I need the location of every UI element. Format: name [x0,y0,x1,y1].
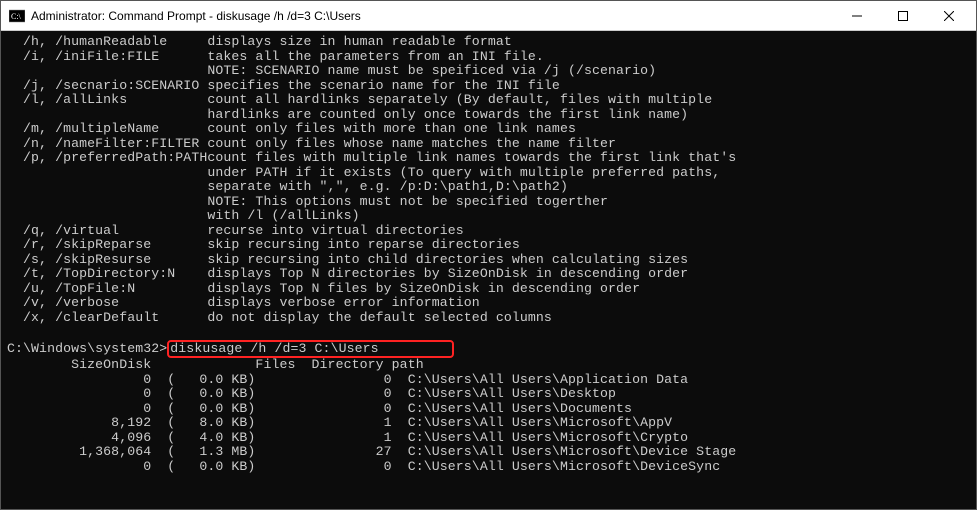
command-highlight: diskusage /h /d=3 C:\Users [167,340,453,359]
cmd-icon: C:\ [9,8,25,24]
window-controls [834,1,972,31]
table-rows: 0 ( 0.0 KB) 0 C:\Users\All Users\Applica… [7,372,736,474]
window-title: Administrator: Command Prompt - diskusag… [31,9,834,23]
command-text: diskusage /h /d=3 C:\Users [170,341,378,356]
window: C:\ Administrator: Command Prompt - disk… [0,0,977,510]
table-header: SizeOnDisk Files Directory path [7,357,424,372]
help-options: /h, /humanReadable displays size in huma… [7,34,736,325]
titlebar[interactable]: C:\ Administrator: Command Prompt - disk… [1,1,976,31]
minimize-button[interactable] [834,1,880,31]
svg-text:C:\: C:\ [11,12,22,21]
close-button[interactable] [926,1,972,31]
prompt-path: C:\Windows\system32> [7,341,167,356]
terminal[interactable]: /h, /humanReadable displays size in huma… [1,31,976,509]
maximize-button[interactable] [880,1,926,31]
